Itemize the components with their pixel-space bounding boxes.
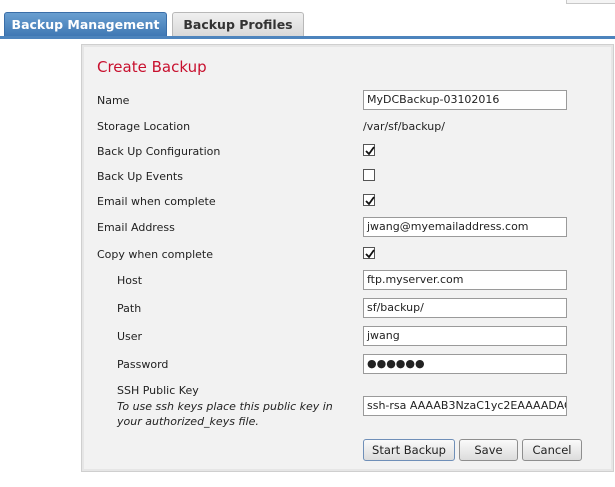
user-label: User: [117, 330, 143, 343]
path-field[interactable]: sf/backup/: [363, 298, 567, 318]
checkmark-icon: [365, 196, 375, 206]
checkmark-icon: [365, 249, 375, 259]
user-field[interactable]: jwang: [363, 326, 567, 346]
path-label: Path: [117, 302, 142, 315]
ssh-key-hint-line2: your authorized_keys file.: [117, 415, 259, 428]
email-when-complete-label: Email when complete: [97, 195, 216, 208]
start-backup-button[interactable]: Start Backup: [363, 439, 455, 461]
storage-location-label: Storage Location: [97, 120, 191, 133]
copy-when-complete-label: Copy when complete: [97, 248, 213, 261]
backup-events-checkbox[interactable]: [363, 169, 375, 181]
corner-decoration: [566, 0, 615, 4]
ssh-key-hint-line1: To use ssh keys place this public key in: [117, 400, 333, 413]
page-title: Create Backup: [97, 58, 207, 76]
email-address-label: Email Address: [97, 221, 175, 234]
tab-backup-management[interactable]: Backup Management: [4, 12, 167, 36]
backup-events-label: Back Up Events: [97, 170, 183, 183]
host-field[interactable]: ftp.myserver.com: [363, 270, 567, 290]
ssh-public-key-field[interactable]: ssh-rsa AAAAB3NzaC1yc2EAAAADAQABAAABAQ: [363, 396, 567, 416]
name-field[interactable]: MyDCBackup-03102016: [363, 90, 567, 110]
save-button[interactable]: Save: [459, 439, 518, 461]
ssh-public-key-label: SSH Public Key: [117, 384, 199, 397]
host-label: Host: [117, 274, 143, 287]
tab-backup-profiles[interactable]: Backup Profiles: [172, 12, 304, 36]
tab-bar: Backup Management Backup Profiles: [0, 0, 615, 39]
storage-location-value: /var/sf/backup/: [363, 120, 445, 133]
backup-configuration-checkbox[interactable]: [363, 144, 375, 156]
copy-when-complete-checkbox[interactable]: [363, 247, 375, 259]
password-label: Password: [117, 358, 169, 371]
password-field[interactable]: ●●●●●●: [363, 354, 567, 374]
email-when-complete-checkbox[interactable]: [363, 194, 375, 206]
tab-underline: [0, 36, 615, 39]
cancel-button[interactable]: Cancel: [522, 439, 582, 461]
backup-configuration-label: Back Up Configuration: [97, 145, 221, 158]
email-address-field[interactable]: jwang@myemailaddress.com: [363, 217, 567, 237]
name-label: Name: [97, 94, 130, 107]
checkmark-icon: [365, 146, 375, 156]
